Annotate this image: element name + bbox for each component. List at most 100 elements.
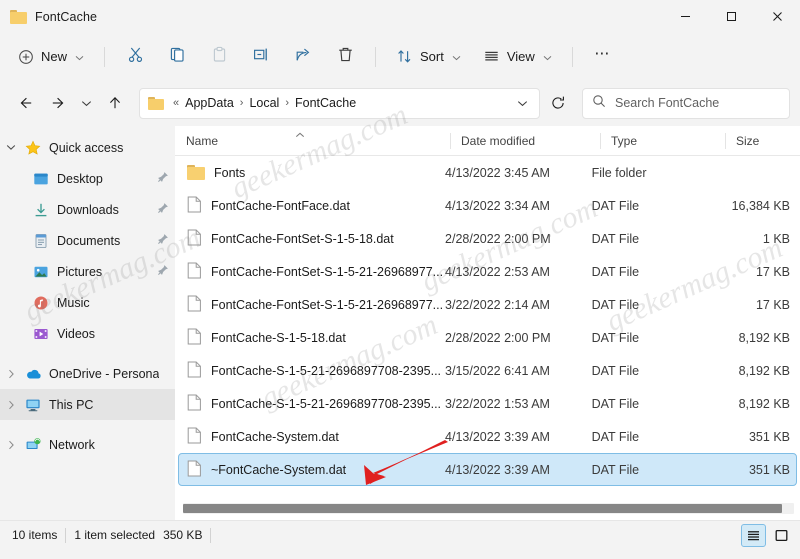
sidebar-item-label: Desktop [57,171,103,186]
file-size-cell: 351 KB [748,429,790,444]
minimize-button[interactable] [662,0,708,33]
status-divider-2 [210,527,212,543]
dat-file-icon [187,262,202,282]
sidebar-group-quick-access[interactable]: Quick access [0,132,175,163]
pin-icon[interactable] [157,232,169,250]
chevron-down-icon[interactable] [0,144,22,151]
selection-status: 1 item selected [74,528,156,542]
table-row[interactable]: FontCache-System.dat 4/13/2022 3:39 AM DAT… [178,420,797,453]
sidebar-item-onedrive[interactable]: OneDrive - Persona [0,358,175,389]
dat-file-icon [187,196,202,216]
sidebar-item-videos[interactable]: Videos [0,318,175,349]
file-size-cell: 8,192 KB [738,363,790,378]
breadcrumb[interactable]: « AppData › Local › FontCache [139,87,540,119]
table-row[interactable]: FontCache-S-1-5-18.dat 2/28/2022 2:00 PM D… [178,321,797,354]
share-button[interactable] [283,40,323,73]
list-lines-icon [483,48,500,65]
cut-button[interactable] [115,40,155,73]
forward-button[interactable] [42,88,73,119]
close-button[interactable] [754,0,800,33]
breadcrumb-item-fontcache[interactable]: FontCache [291,93,360,113]
table-row[interactable]: Fonts 4/13/2022 3:45 AM File folder [178,156,797,189]
folder-icon [10,9,27,24]
table-row[interactable]: ~FontCache-System.dat 4/13/2022 3:39 AM DA… [178,453,797,486]
table-row[interactable]: FontCache-FontSet-S-1-5-21-26968977... 3/… [178,288,797,321]
pin-icon[interactable] [157,263,169,281]
table-row[interactable]: FontCache-FontFace.dat 4/13/2022 3:34 AM D… [178,189,797,222]
view-button[interactable]: View [473,40,562,73]
sidebar-item-music[interactable]: Music [0,287,175,318]
clipboard-icon [211,46,228,68]
file-size-cell: 17 KB [755,264,790,279]
toolbar-divider [104,46,106,67]
table-row[interactable]: FontCache-S-1-5-21-2696897708-2395... 3/2… [178,387,797,420]
sidebar-item-network[interactable]: Network [0,429,175,460]
paste-button[interactable] [199,40,239,73]
scissors-icon [127,46,144,68]
file-date-cell: 3/22/2022 2:14 AM [445,297,550,312]
horizontal-scrollbar-thumb[interactable] [183,504,782,513]
sidebar-item-this-pc[interactable]: This PC [0,389,175,420]
column-header-type[interactable]: Type [600,126,725,156]
file-name-cell: FontCache-FontSet-S-1-5-18.dat [179,229,445,249]
copy-button[interactable] [157,40,197,73]
sidebar-item-desktop[interactable]: Desktop [0,163,175,194]
status-bar: 10 items 1 item selected 350 KB [0,520,800,549]
sort-arrows-icon [396,48,413,65]
sidebar-item-downloads[interactable]: Downloads [0,194,175,225]
table-row[interactable]: FontCache-FontSet-S-1-5-18.dat 2/28/2022 … [178,222,797,255]
column-header-size[interactable]: Size [725,126,800,156]
file-name: FontCache-FontFace.dat [211,198,350,213]
column-header-date-modified[interactable]: Date modified [450,126,600,156]
dat-file-icon [187,460,202,480]
back-button[interactable] [10,88,41,119]
breadcrumb-overflow[interactable]: « [171,97,181,109]
desktop-icon [30,171,52,187]
file-type-cell: DAT File [591,396,640,411]
sort-button-label: Sort [420,49,444,64]
chevron-right-icon[interactable] [0,400,22,410]
file-type-cell: DAT File [591,330,640,345]
details-view-button[interactable] [741,523,766,547]
file-name: FontCache-FontSet-S-1-5-21-26968977... [211,264,444,279]
new-button[interactable]: New [8,40,94,73]
pin-icon[interactable] [157,201,169,219]
file-type-cell: DAT File [591,363,640,378]
up-button[interactable] [99,88,130,119]
breadcrumb-item-appdata[interactable]: AppData [181,93,238,113]
file-name-cell: FontCache-S-1-5-21-2696897708-2395... [179,361,445,381]
file-name: FontCache-S-1-5-21-2696897708-2395... [211,396,442,411]
sidebar-item-label: Videos [57,326,95,341]
onedrive-icon [22,367,44,381]
pin-icon[interactable] [157,170,169,188]
chevron-down-icon [452,49,461,64]
chevron-right-icon[interactable] [0,369,22,379]
file-rows: Fonts 4/13/2022 3:45 AM File folder FontCac… [175,156,800,486]
view-button-label: View [506,49,535,64]
search-input[interactable]: Search FontCache [582,87,790,119]
sidebar-item-label: Network [49,437,95,452]
sort-button[interactable]: Sort [386,40,471,73]
table-row[interactable]: FontCache-FontSet-S-1-5-21-26968977... 4/… [178,255,797,288]
delete-button[interactable] [325,40,365,73]
refresh-button[interactable] [543,88,573,119]
recent-locations-button[interactable] [74,88,98,119]
breadcrumb-dropdown-button[interactable] [509,90,535,117]
large-icons-view-button[interactable] [769,524,794,547]
column-header-name[interactable]: Name [175,126,450,156]
maximize-button[interactable] [708,0,754,33]
view-toggle-group [741,523,794,547]
sidebar-item-pictures[interactable]: Pictures [0,256,175,287]
sidebar-item-label: Music [57,295,90,310]
table-row[interactable]: FontCache-S-1-5-21-2696897708-2395... 3/1… [178,354,797,387]
main-content: Quick access Desktop Downloads Documents… [0,126,800,520]
rename-button[interactable] [241,40,281,73]
dat-file-icon [187,394,202,414]
sidebar-item-documents[interactable]: Documents [0,225,175,256]
thispc-icon [22,397,44,413]
more-options-button[interactable]: ⋯ [583,40,623,73]
horizontal-scrollbar[interactable] [183,503,794,514]
breadcrumb-item-local[interactable]: Local [245,93,283,113]
chevron-right-icon[interactable] [0,440,22,450]
file-explorer-window: FontCache New Sort View ⋯ « AppData › Lo… [0,0,800,559]
